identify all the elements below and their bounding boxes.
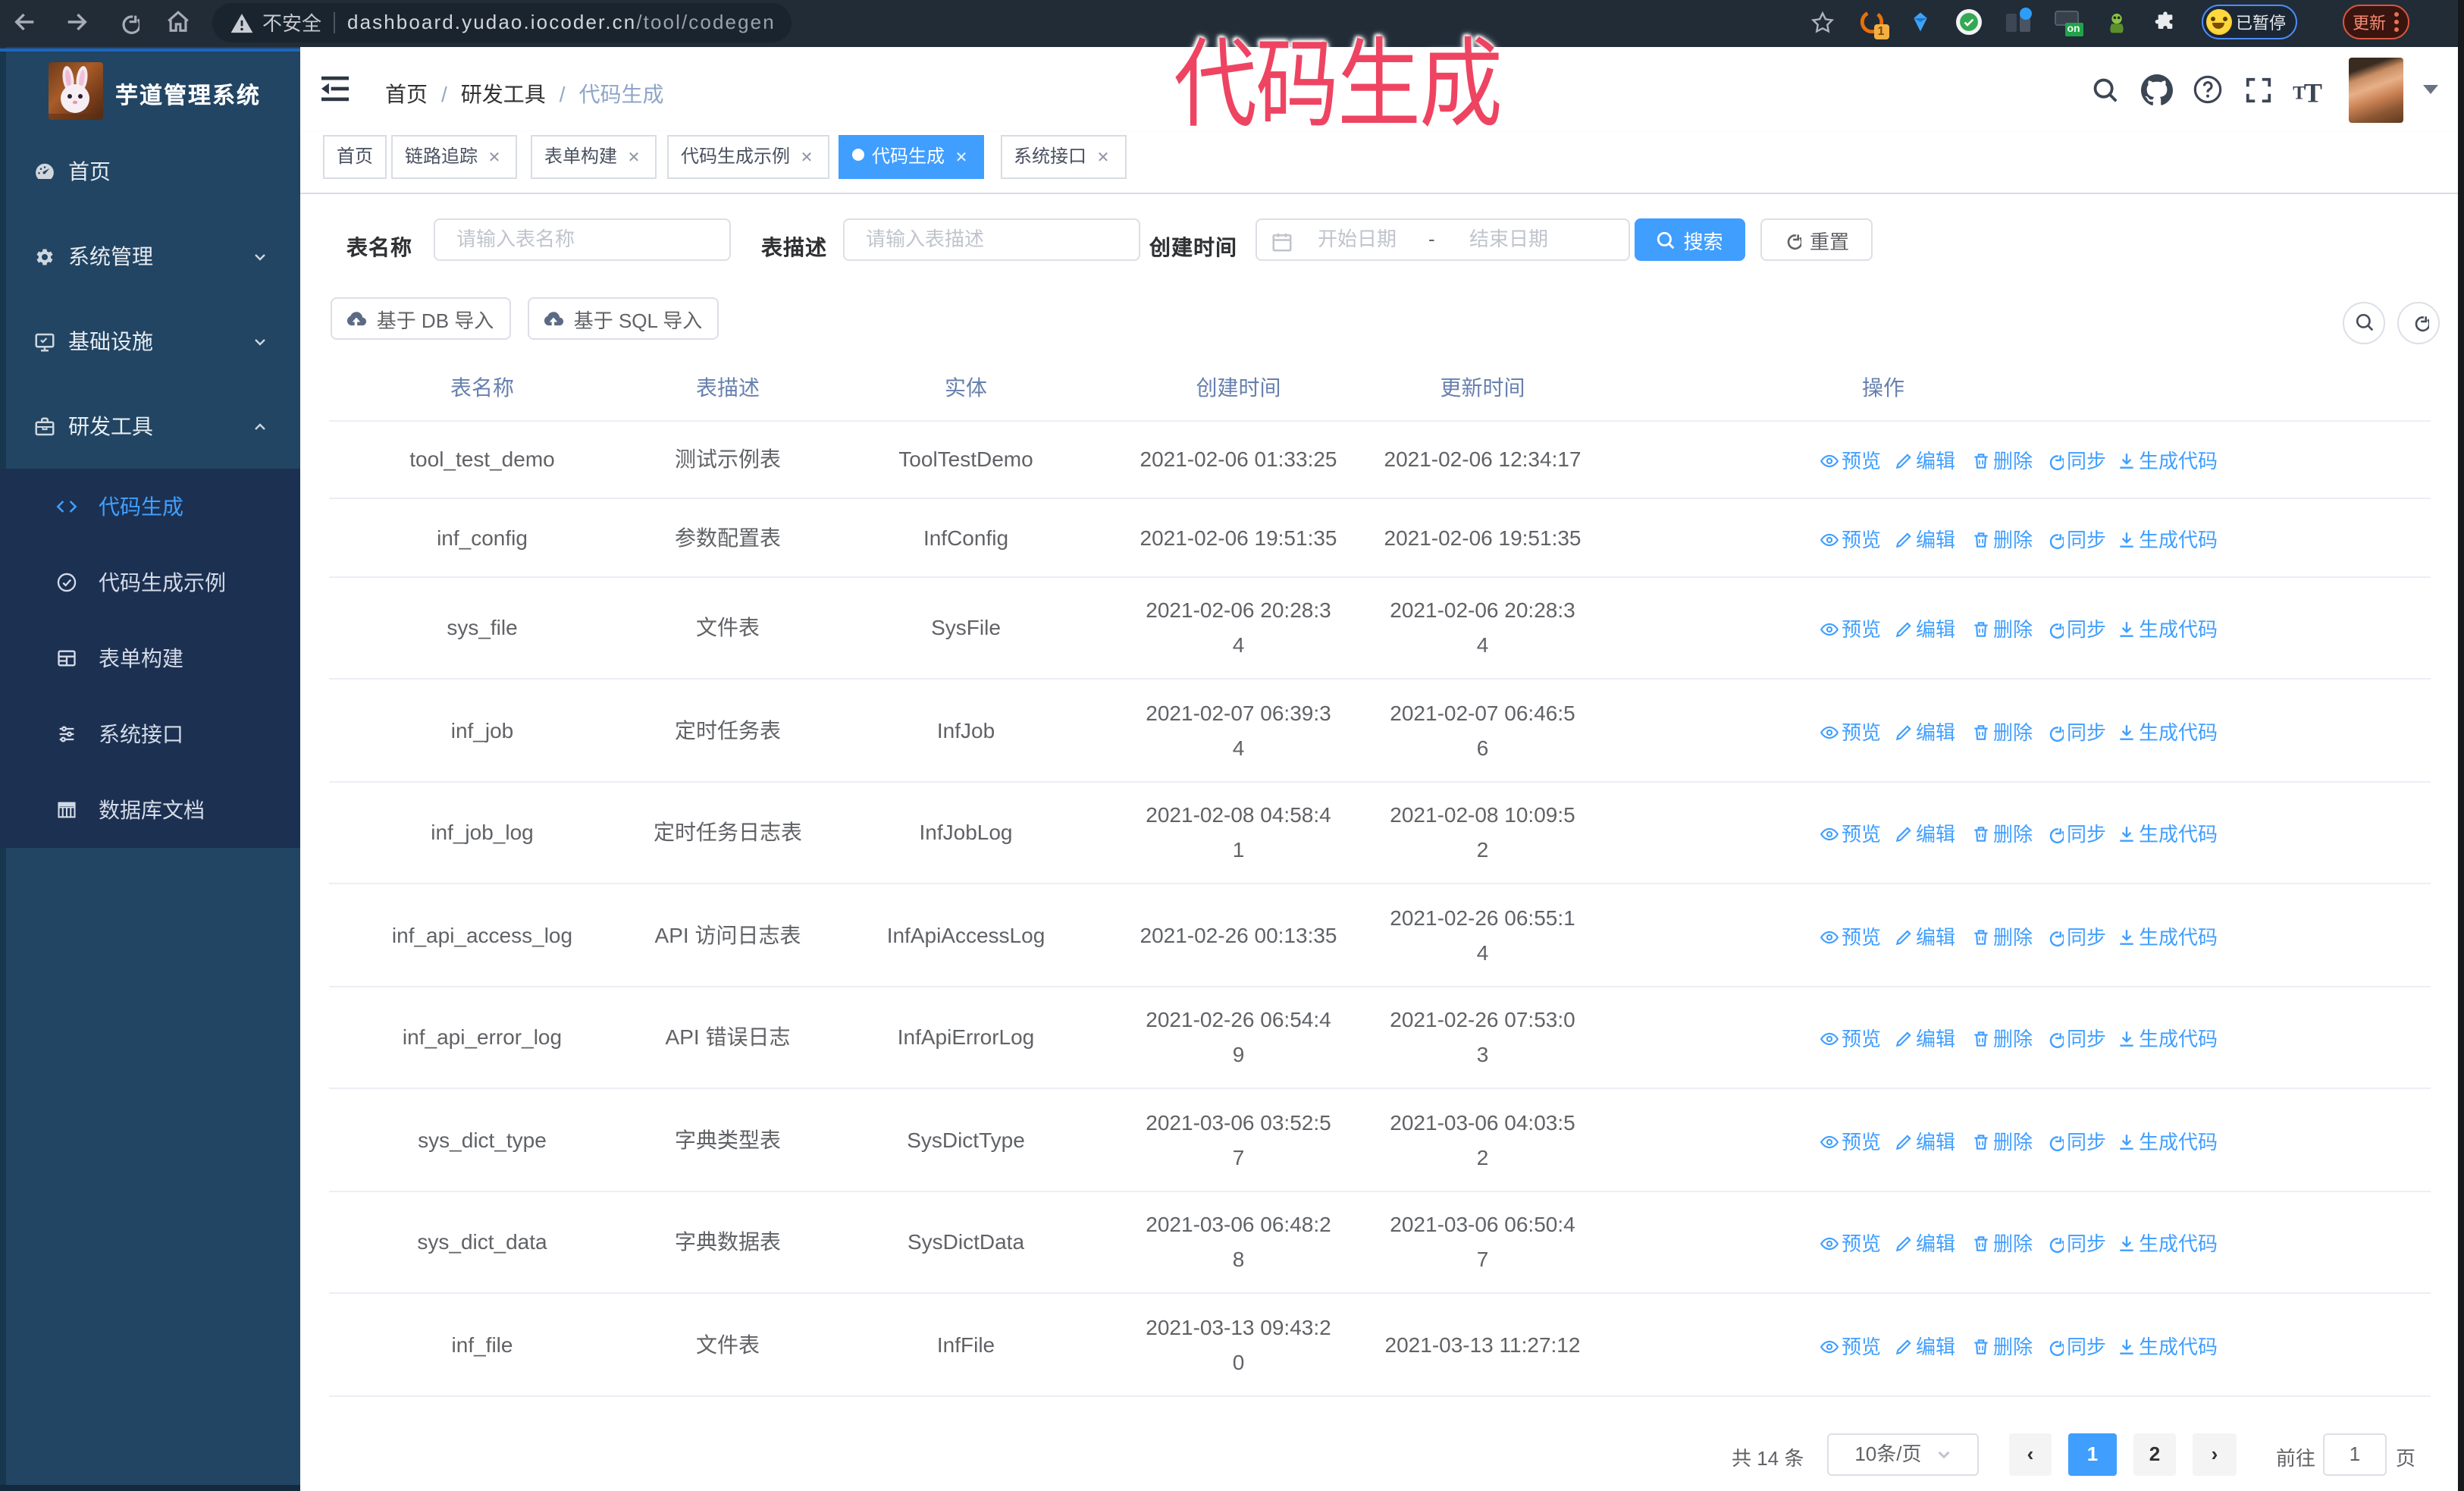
svg-text:T: T [2304,77,2322,105]
